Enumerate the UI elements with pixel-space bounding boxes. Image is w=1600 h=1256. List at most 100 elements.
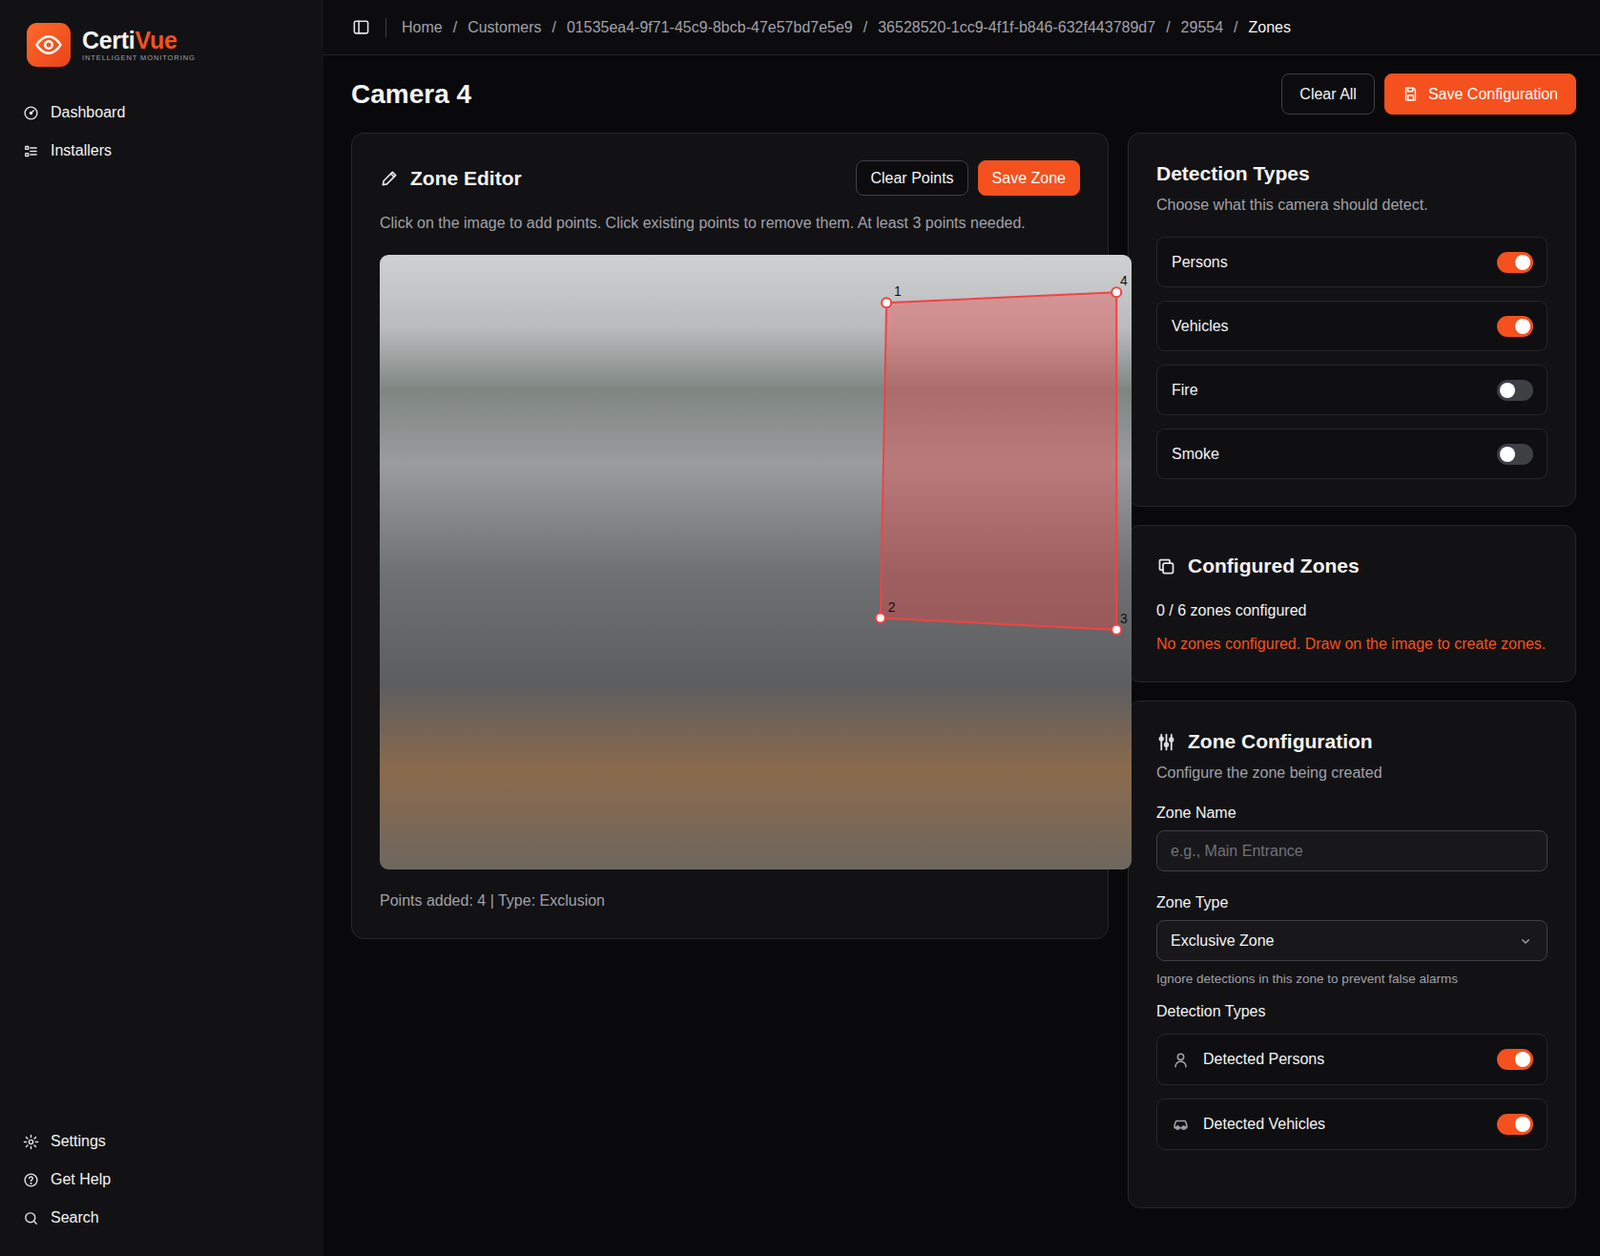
- copy-icon: [1156, 556, 1177, 577]
- sidebar-item-label: Installers: [50, 142, 112, 160]
- detection-type-row: Persons: [1156, 236, 1548, 288]
- zone-editor-buttons: Clear PointsSave Zone: [855, 160, 1081, 196]
- sidebar-item[interactable]: Settings: [13, 1123, 311, 1159]
- camera-image[interactable]: 1234: [379, 254, 1132, 870]
- zone-type-select[interactable]: Exclusive Zone: [1156, 919, 1548, 961]
- zone-point-label: 2: [888, 599, 896, 615]
- toggle-knob: [1499, 446, 1516, 462]
- sidebar-item-label: Search: [50, 1208, 100, 1226]
- zone-configuration-title-text: Zone Configuration: [1187, 729, 1373, 753]
- configured-zones-title-text: Configured Zones: [1187, 554, 1360, 578]
- breadcrumb-item[interactable]: Home: [401, 19, 443, 37]
- sidebar-nav: Dashboard Installers: [13, 95, 311, 168]
- save-configuration-button[interactable]: Save Configuration: [1384, 73, 1577, 115]
- breadcrumb-separator: /: [552, 19, 557, 37]
- sliders-icon: [1156, 731, 1177, 752]
- breadcrumb-item[interactable]: 01535ea4-9f71-45c9-8bcb-47e57bd7e5e9: [566, 19, 853, 37]
- right-column: Detection TypesChoose what this camera s…: [1127, 132, 1577, 1208]
- logo-tagline: INTELLIGENT MONITORING: [82, 53, 196, 63]
- toggle-knob: [1515, 1116, 1531, 1132]
- zone-editor-instructions: Click on the image to add points. Click …: [379, 214, 1081, 232]
- clear-points-button[interactable]: Clear Points: [855, 160, 968, 196]
- help-icon: [22, 1171, 40, 1188]
- zone-polygon: [880, 291, 1117, 630]
- sidebar-footer: Settings Get Help Search: [13, 1123, 311, 1235]
- zone-point-label: 3: [1120, 610, 1128, 626]
- logo-name-end: Vue: [134, 26, 177, 54]
- configured-zones-card: Configured Zones0 / 6 zones configuredNo…: [1127, 524, 1577, 683]
- zone-detection-left: Detected Persons: [1171, 1050, 1325, 1069]
- sidebar-item[interactable]: Dashboard: [13, 95, 311, 130]
- page-title: Camera 4: [351, 79, 472, 110]
- save-configuration-label: Save Configuration: [1428, 85, 1559, 104]
- detection-type-toggle[interactable]: [1496, 251, 1534, 273]
- detection-type-label: Fire: [1171, 381, 1199, 399]
- detection-type-toggle[interactable]: [1496, 315, 1534, 337]
- save-icon: [1402, 85, 1419, 103]
- sidebar-item[interactable]: Installers: [13, 133, 311, 168]
- page-header: Camera 4 Clear All Save Configuration: [351, 73, 1577, 115]
- breadcrumb-separator: /: [1165, 19, 1170, 37]
- pencil-icon: [379, 168, 399, 188]
- sidebar: CertiVueINTELLIGENT MONITORING Dashboard I…: [0, 0, 324, 1256]
- zone-point[interactable]: [881, 297, 892, 308]
- sidebar-toggle-icon[interactable]: [352, 18, 371, 37]
- zone-type-hint: Ignore detections in this zone to preven…: [1156, 971, 1548, 986]
- toggle-knob: [1515, 1051, 1531, 1067]
- zone-editor-card: Zone Editor Clear PointsSave Zone Click on…: [351, 132, 1109, 939]
- zone-point-label: 1: [893, 283, 902, 299]
- logo-name: CertiVue: [82, 27, 196, 53]
- breadcrumb-item[interactable]: Customers: [467, 19, 541, 37]
- zone-name-label: Zone Name: [1156, 804, 1548, 822]
- zone-type-value: Exclusive Zone: [1170, 932, 1275, 950]
- main-area: Home / Customers / 01535ea4-9f71-45c9-8bcb-4…: [323, 0, 1600, 1256]
- zone-detection-label: Detected Persons: [1203, 1050, 1325, 1068]
- breadcrumb-item[interactable]: 29554: [1181, 19, 1225, 37]
- toggle-knob: [1499, 382, 1516, 398]
- list-icon: [22, 143, 40, 160]
- toggle-knob: [1515, 254, 1531, 271]
- content: Camera 4 Clear All Save Configuration Zone …: [323, 55, 1600, 1208]
- zone-detection-toggle[interactable]: [1496, 1048, 1534, 1070]
- detection-type-toggle[interactable]: [1496, 443, 1534, 465]
- content-grid: Zone Editor Clear PointsSave Zone Click on…: [351, 132, 1577, 1208]
- breadcrumb-item[interactable]: 36528520-1cc9-4f1f-b846-632f443789d7: [877, 19, 1156, 37]
- clear-all-button[interactable]: Clear All: [1281, 73, 1375, 115]
- breadcrumb-item[interactable]: Zones: [1248, 19, 1291, 37]
- detection-type-label: Vehicles: [1171, 317, 1229, 335]
- detection-type-label: Smoke: [1171, 445, 1220, 463]
- zone-point[interactable]: [875, 613, 886, 624]
- zone-editor-header: Zone Editor Clear PointsSave Zone: [379, 160, 1081, 196]
- zone-editor-status: Points added: 4 | Type: Exclusion: [379, 892, 1081, 910]
- zone-name-input[interactable]: [1156, 830, 1548, 872]
- save-zone-button[interactable]: Save Zone: [977, 160, 1081, 196]
- detection-type-toggle[interactable]: [1496, 379, 1534, 401]
- zone-detection-row: Detected Vehicles: [1156, 1098, 1548, 1150]
- detection-type-row: Vehicles: [1156, 300, 1548, 352]
- detection-types-list: Persons Vehicles Fire Smoke: [1156, 236, 1548, 479]
- chevron-down-icon: [1517, 933, 1534, 949]
- breadcrumb-separator: /: [863, 19, 868, 37]
- logo-name-start: Certi: [82, 26, 135, 54]
- detection-types-subtitle: Choose what this camera should detect.: [1156, 196, 1548, 214]
- zone-point[interactable]: [1111, 624, 1122, 635]
- zone-polygon-layer[interactable]: [379, 254, 1132, 870]
- logo[interactable]: CertiVueINTELLIGENT MONITORING: [13, 22, 311, 67]
- sidebar-item-label: Settings: [50, 1132, 106, 1150]
- zone-type-label: Zone Type: [1156, 893, 1548, 912]
- search-icon: [22, 1209, 40, 1226]
- sidebar-item-label: Dashboard: [50, 103, 125, 122]
- car-icon: [1171, 1115, 1190, 1134]
- zone-editor-title: Zone Editor: [379, 166, 522, 190]
- toggle-knob: [1515, 318, 1531, 334]
- sidebar-item[interactable]: Search: [13, 1200, 311, 1235]
- breadcrumb-separator: /: [453, 19, 458, 37]
- person-icon: [1171, 1050, 1190, 1069]
- zone-detection-toggle[interactable]: [1496, 1113, 1534, 1135]
- zone-point[interactable]: [1111, 287, 1122, 297]
- sidebar-item[interactable]: Get Help: [13, 1162, 311, 1197]
- detection-type-label: Persons: [1171, 253, 1228, 271]
- breadcrumb-separator: /: [1233, 19, 1238, 37]
- configured-zones-title: Configured Zones: [1156, 554, 1548, 578]
- zone-configuration-title: Zone Configuration: [1156, 729, 1548, 753]
